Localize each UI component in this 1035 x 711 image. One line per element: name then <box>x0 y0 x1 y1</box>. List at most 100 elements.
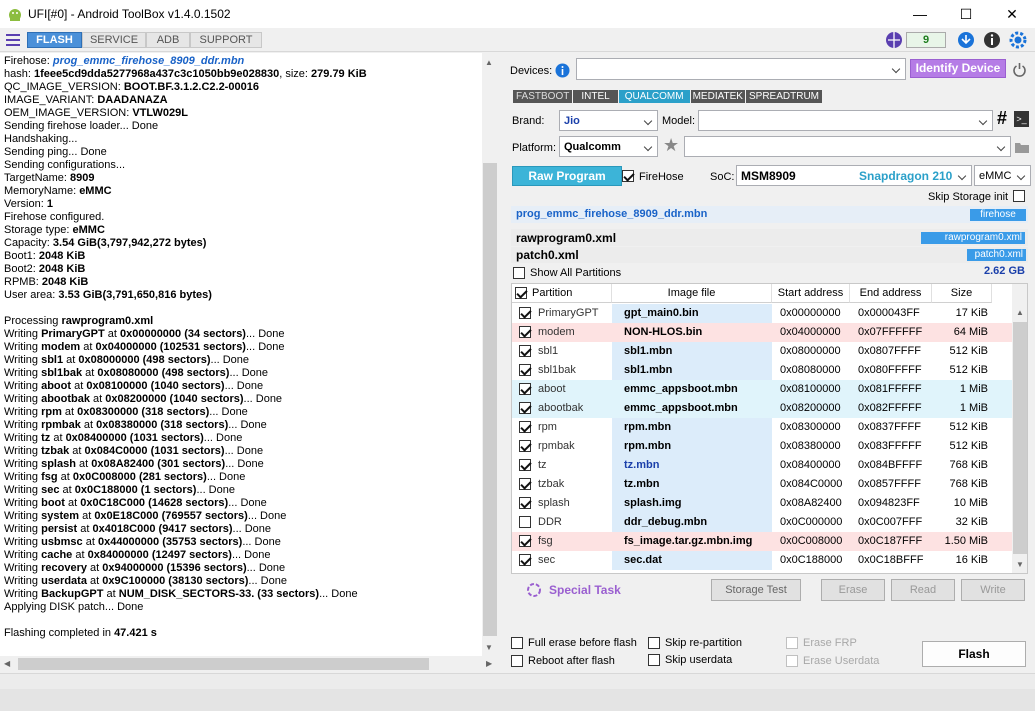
brand-select[interactable]: Jio <box>559 110 658 131</box>
tab-adb[interactable]: ADB <box>146 32 190 48</box>
tab-service[interactable]: SERVICE <box>82 32 146 48</box>
table-row[interactable]: PrimaryGPT gpt_main0.bin 0x00000000 0x00004… <box>512 304 1012 323</box>
skip-repartition-checkbox[interactable] <box>648 637 660 649</box>
table-row[interactable]: aboot emmc_appsboot.mbn 0x08100000 0x081FFF… <box>512 380 1012 399</box>
partition-checkbox[interactable] <box>519 402 531 414</box>
power-icon[interactable] <box>1012 62 1027 77</box>
hash-icon[interactable]: # <box>997 108 1007 129</box>
table-row[interactable]: sec sec.dat 0x0C188000 0x0C18BFFF 16 KiB <box>512 551 1012 570</box>
partition-checkbox[interactable] <box>519 345 531 357</box>
log-segment: PrimaryGPT <box>41 328 105 340</box>
partition-checkbox[interactable] <box>519 307 531 319</box>
reboot-checkbox[interactable] <box>511 655 523 667</box>
partition-checkbox[interactable] <box>519 364 531 376</box>
patch-file-row[interactable]: patch0.xml patch0.xml <box>511 247 1028 263</box>
table-row[interactable]: tz tz.mbn 0x08400000 0x084BFFFF 768 KiB <box>512 456 1012 475</box>
partition-checkbox[interactable] <box>519 421 531 433</box>
soc-select[interactable]: MSM8909 Snapdragon 210 <box>736 165 972 186</box>
read-button[interactable]: Read <box>891 579 955 601</box>
table-scrollbar[interactable]: ▲ ▼ <box>1012 284 1027 573</box>
devices-select[interactable] <box>576 58 906 80</box>
table-row[interactable]: abootbak emmc_appsboot.mbn 0x08200000 0x082… <box>512 399 1012 418</box>
table-row[interactable]: splash splash.img 0x08A82400 0x094823FF 10 M… <box>512 494 1012 513</box>
storage-type-select[interactable]: eMMC <box>974 165 1031 186</box>
skip-storage-checkbox[interactable] <box>1013 190 1025 202</box>
partition-checkbox[interactable] <box>519 440 531 452</box>
select-all-checkbox[interactable] <box>515 287 527 299</box>
header-end-address[interactable]: End address <box>850 284 932 303</box>
identify-device-button[interactable]: Identify Device <box>910 59 1006 78</box>
table-row[interactable]: sbl1bak sbl1.mbn 0x08080000 0x080FFFFF 512 K… <box>512 361 1012 380</box>
partition-checkbox[interactable] <box>519 516 531 528</box>
scroll-left-icon[interactable]: ◀ <box>4 659 10 668</box>
log-segment: ... Done <box>231 549 271 561</box>
firehose-file-tag: firehose <box>970 209 1026 221</box>
erase-frp-checkbox[interactable] <box>786 637 798 649</box>
chip-tab-qualcomm[interactable]: QUALCOMM <box>618 90 690 103</box>
rawprogram-file-row[interactable]: rawprogram0.xml rawprogram0.xml <box>511 229 1028 246</box>
skip-userdata-checkbox[interactable] <box>648 654 660 666</box>
header-partition[interactable]: Partition <box>512 284 612 303</box>
favorite-select[interactable] <box>684 136 1011 157</box>
raw-program-button[interactable]: Raw Program <box>512 166 622 186</box>
partition-checkbox[interactable] <box>519 326 531 338</box>
tab-flash[interactable]: FLASH <box>27 32 82 48</box>
header-image-file[interactable]: Image file <box>612 284 772 303</box>
log-horizontal-scrollbar[interactable]: ◀ ▶ <box>0 656 498 672</box>
table-scroll-up-icon[interactable]: ▲ <box>1016 308 1024 317</box>
table-row[interactable]: DDR ddr_debug.mbn 0x0C000000 0x0C007FFF 32 K… <box>512 513 1012 532</box>
show-all-partitions-checkbox[interactable] <box>513 267 525 279</box>
platform-select[interactable]: Qualcomm <box>559 136 658 157</box>
scroll-down-icon[interactable]: ▼ <box>485 643 493 652</box>
settings-icon[interactable] <box>1009 31 1027 49</box>
terminal-icon[interactable]: >_ <box>1014 111 1029 127</box>
log-vertical-scroll-thumb[interactable] <box>483 163 497 636</box>
firehose-file-row[interactable]: prog_emmc_firehose_8909_ddr.mbn firehose <box>511 206 1028 223</box>
table-row[interactable]: rpmbak rpm.mbn 0x08380000 0x083FFFFF 512 KiB <box>512 437 1012 456</box>
hamburger-icon[interactable] <box>6 33 20 47</box>
log-segment: 2048 KiB <box>38 250 86 262</box>
partition-checkbox[interactable] <box>519 554 531 566</box>
full-erase-checkbox[interactable] <box>511 637 523 649</box>
firehose-checkbox[interactable] <box>622 170 634 182</box>
erase-userdata-checkbox[interactable] <box>786 655 798 667</box>
model-select[interactable] <box>698 110 993 131</box>
log-vertical-scrollbar[interactable]: ▲ ▼ <box>482 53 498 656</box>
maximize-button[interactable]: ☐ <box>943 0 989 28</box>
write-button[interactable]: Write <box>961 579 1025 601</box>
table-row[interactable]: rpm rpm.mbn 0x08300000 0x0837FFFF 512 KiB <box>512 418 1012 437</box>
special-task-link[interactable]: Special Task <box>549 583 621 597</box>
scroll-right-icon[interactable]: ▶ <box>486 659 492 668</box>
flash-button[interactable]: Flash <box>922 641 1026 667</box>
star-icon[interactable]: ★ <box>663 135 679 156</box>
chip-tab-intel[interactable]: INTEL <box>573 90 618 103</box>
chip-tab-fastboot[interactable]: FASTBOOT <box>513 90 573 103</box>
partition-checkbox[interactable] <box>519 383 531 395</box>
table-row[interactable]: modem NON-HLOS.bin 0x04000000 0x07FFFFFF 64 … <box>512 323 1012 342</box>
download-icon[interactable] <box>957 31 975 49</box>
table-row[interactable]: sbl1 sbl1.mbn 0x08000000 0x0807FFFF 512 KiB <box>512 342 1012 361</box>
log-horizontal-scroll-thumb[interactable] <box>18 658 429 670</box>
header-start-address[interactable]: Start address <box>772 284 850 303</box>
chip-tab-spreadtrum[interactable]: SPREADTRUM <box>745 90 822 103</box>
folder-icon[interactable] <box>1015 141 1029 153</box>
close-button[interactable]: ✕ <box>989 0 1035 28</box>
header-size[interactable]: Size <box>932 284 992 303</box>
table-row[interactable]: fsg fs_image.tar.gz.mbn.img 0x0C008000 0x0C… <box>512 532 1012 551</box>
storage-test-button[interactable]: Storage Test <box>711 579 801 601</box>
partition-checkbox[interactable] <box>519 459 531 471</box>
scroll-up-icon[interactable]: ▲ <box>485 58 493 67</box>
globe-icon[interactable] <box>885 31 903 49</box>
chip-tab-mediatek[interactable]: MEDIATEK <box>690 90 745 103</box>
info-icon[interactable] <box>983 31 1001 49</box>
erase-button[interactable]: Erase <box>821 579 885 601</box>
partition-checkbox[interactable] <box>519 478 531 490</box>
table-scroll-thumb[interactable] <box>1013 322 1027 554</box>
table-row[interactable]: tzbak tz.mbn 0x084C0000 0x0857FFFF 768 KiB <box>512 475 1012 494</box>
info-circle-icon[interactable] <box>555 63 570 78</box>
partition-checkbox[interactable] <box>519 497 531 509</box>
tab-support[interactable]: SUPPORT <box>190 32 262 48</box>
table-scroll-down-icon[interactable]: ▼ <box>1016 560 1024 569</box>
minimize-button[interactable]: — <box>897 0 943 28</box>
partition-checkbox[interactable] <box>519 535 531 547</box>
